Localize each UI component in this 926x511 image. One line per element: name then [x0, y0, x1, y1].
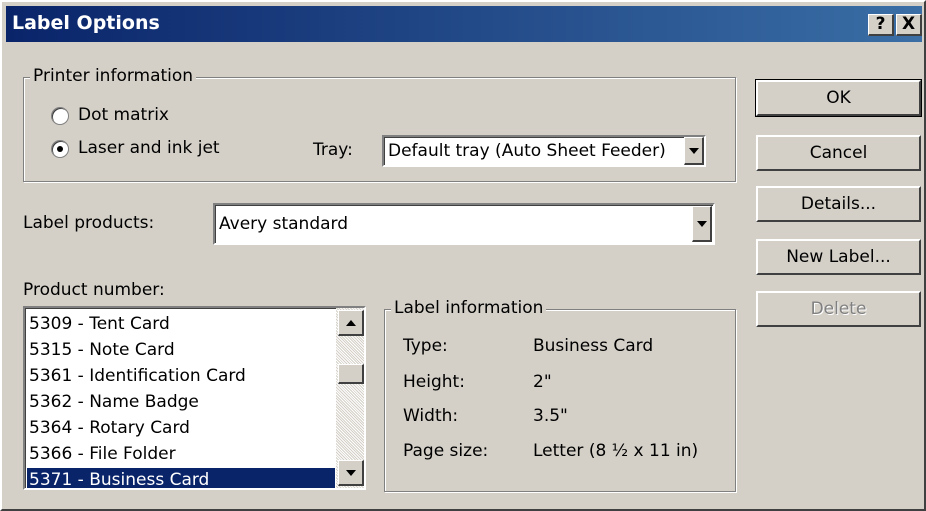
arrow-up-icon	[346, 320, 356, 326]
details-button[interactable]: Details...	[756, 186, 921, 222]
list-item[interactable]: 5361 - Identification Card	[27, 364, 335, 389]
scroll-thumb[interactable]	[338, 364, 364, 384]
list-item[interactable]: 5362 - Name Badge	[27, 390, 335, 415]
chevron-down-icon	[689, 148, 699, 154]
list-item[interactable]: 5364 - Rotary Card	[27, 416, 335, 441]
label-products-dropdown-button[interactable]	[692, 206, 712, 242]
label-products-label: Label products:	[23, 213, 155, 233]
dot-matrix-radio[interactable]	[51, 107, 69, 125]
tray-label: Tray:	[313, 140, 353, 160]
label-information-legend: Label information	[391, 298, 547, 318]
delete-button[interactable]: Delete	[756, 291, 921, 327]
dot-matrix-label[interactable]: Dot matrix	[78, 105, 169, 125]
printer-information-legend: Printer information	[30, 66, 197, 86]
width-label: Width:	[403, 406, 459, 426]
ok-button[interactable]: OK	[755, 79, 922, 117]
type-label: Type:	[403, 336, 448, 356]
new-label-button[interactable]: New Label...	[756, 239, 921, 275]
scroll-down-button[interactable]	[338, 460, 364, 486]
list-item[interactable]: 5315 - Note Card	[27, 338, 335, 363]
label-information-group: Type: Business Card Height: 2" Width: 3.…	[384, 309, 736, 492]
cancel-button[interactable]: Cancel	[756, 135, 921, 171]
list-item[interactable]: 5366 - File Folder	[27, 442, 335, 467]
title-bar[interactable]: Label Options ? X	[6, 6, 922, 42]
list-item-selected[interactable]: 5371 - Business Card	[27, 468, 335, 488]
tray-combobox[interactable]: Default tray (Auto Sheet Feeder)	[382, 135, 706, 167]
page-size-label: Page size:	[403, 441, 489, 461]
label-options-dialog: Label Options ? X Printer information Do…	[0, 0, 926, 511]
chevron-down-icon	[697, 221, 707, 227]
label-products-combobox[interactable]: Avery standard	[213, 203, 715, 245]
close-button[interactable]: X	[896, 14, 922, 36]
tray-value: Default tray (Auto Sheet Feeder)	[388, 141, 666, 161]
window-title: Label Options	[12, 12, 160, 34]
height-label: Height:	[403, 372, 465, 392]
list-item[interactable]: 5309 - Tent Card	[27, 312, 335, 337]
laser-ink-jet-label[interactable]: Laser and ink jet	[78, 138, 220, 158]
product-number-listbox[interactable]: 5309 - Tent Card 5315 - Note Card 5361 -…	[23, 306, 366, 490]
height-value: 2"	[533, 372, 552, 392]
arrow-down-icon	[346, 470, 356, 476]
laser-ink-jet-radio[interactable]	[51, 140, 69, 158]
width-value: 3.5"	[533, 406, 568, 426]
radio-selected-dot	[57, 146, 63, 152]
type-value: Business Card	[533, 336, 654, 356]
page-size-value: Letter (8 ½ x 11 in)	[533, 441, 699, 461]
scroll-up-button[interactable]	[338, 310, 364, 336]
scrollbar[interactable]	[336, 308, 364, 488]
label-products-value: Avery standard	[219, 214, 349, 234]
tray-dropdown-button[interactable]	[684, 137, 704, 165]
help-button[interactable]: ?	[868, 14, 894, 36]
delete-label: Delete	[810, 299, 867, 319]
product-number-label: Product number:	[23, 280, 165, 300]
